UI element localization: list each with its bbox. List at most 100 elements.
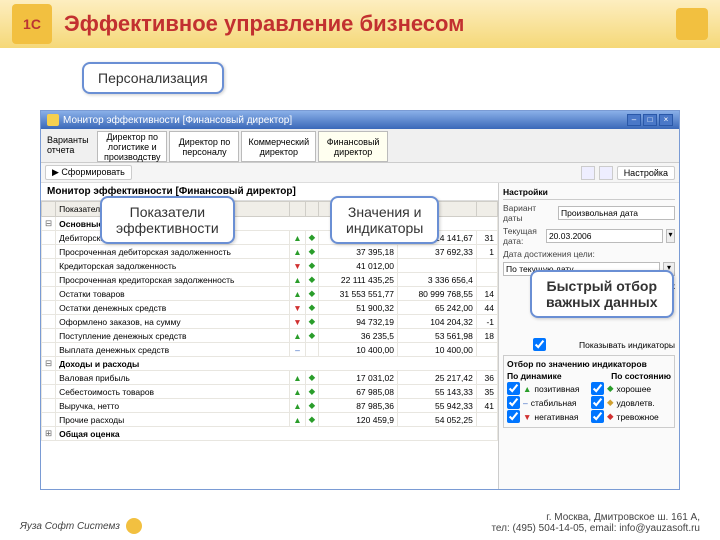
dynamics-icon: – [290,343,305,357]
row-name: Валовая прибыль [56,371,290,385]
state-icon: ◆ [305,287,319,301]
value-pct: 18 [476,329,497,343]
value-current: 10 400,00 [319,343,398,357]
dynamics-icon: ▲ [290,329,305,343]
layout-icon[interactable] [599,166,613,180]
value-pct: 14 [476,287,497,301]
value-current: 31 553 551,77 [319,287,398,301]
table-row: Остатки денежных средств ▼ ◆ 51 900,32 6… [42,301,498,315]
legend-panel: Отбор по значению индикаторов По динамик… [503,355,675,428]
chk-state-good[interactable] [591,382,604,395]
value-prev: 65 242,00 [398,301,477,315]
form-button[interactable]: ▶ Сформировать [45,165,132,180]
footer-address: г. Москва, Дмитровское ш. 161 А, [491,512,700,523]
chk-dyn-stable[interactable] [507,396,520,409]
state-icon: ◆ [305,371,319,385]
tab-commercial[interactable]: Коммерческий директор [241,131,316,162]
dynamics-icon: ▲ [290,287,305,301]
table-row: Себестоимость товаров ▲ ◆ 67 985,08 55 1… [42,385,498,399]
state-icon: ◆ [305,259,319,273]
grid-icon[interactable] [581,166,595,180]
chk-dyn-neg[interactable] [507,410,520,423]
row-name: Себестоимость товаров [56,385,290,399]
globe-icon [126,518,142,534]
dynamics-icon: ▼ [290,259,305,273]
value-current: 94 732,19 [319,315,398,329]
group-toggle[interactable]: ⊟ [42,217,56,231]
tab-logistics[interactable]: Директор по логистике и производству [97,131,167,162]
value-current: 17 031,02 [319,371,398,385]
value-prev: 3 336 656,4 [398,273,477,287]
table-row: Поступление денежных средств ▲ ◆ 36 235,… [42,329,498,343]
row-name: Выплата денежных средств [56,343,290,357]
value-prev: 25 217,42 [398,371,477,385]
group-toggle[interactable]: ⊟ [42,357,56,371]
chk-state-bad[interactable] [591,410,604,423]
state-icon: ◆ [305,399,319,413]
tab-hr[interactable]: Директор по персоналу [169,131,239,162]
current-date-input[interactable] [546,229,663,243]
table-row: Валовая прибыль ▲ ◆ 17 031,02 25 217,42 … [42,371,498,385]
logo-1c: 1С [12,4,52,44]
state-icon [305,343,319,357]
chk-state-ok[interactable] [591,396,604,409]
legend-title: Отбор по значению индикаторов [507,359,671,369]
date-variant-label: Вариант даты [503,203,555,223]
value-pct: 35 [476,385,497,399]
value-pct: 44 [476,301,497,315]
company-name: Яуза Софт Системз [20,521,120,532]
current-date-label: Текущая дата: [503,226,543,246]
dynamics-icon: ▲ [290,231,305,245]
value-current: 41 012,00 [319,259,398,273]
col-toggle [42,202,56,217]
tab-finance[interactable]: Финансовый директор [318,131,388,162]
value-pct [476,259,497,273]
row-name: Просроченная кредиторская задолженность [56,273,290,287]
settings-pane: Настройки Вариант даты Текущая дата: ▾ Д… [499,183,679,489]
state-icon: ◆ [305,315,319,329]
group-toggle[interactable]: ⊞ [42,427,56,441]
header: 1С Эффективное управление бизнесом [0,0,720,48]
group-overall: Общая оценка [56,427,498,441]
value-prev: 37 692,33 [398,245,477,259]
report-tabs: Варианты отчета Директор по логистике и … [41,129,679,163]
settings-button[interactable]: Настройка [617,166,675,180]
window-icon [47,114,59,126]
callout-indicators: Показатели эффективности [100,196,235,244]
state-icon: ◆ [305,231,319,245]
row-name: Просроченная дебиторская задолженность [56,245,290,259]
tabs-label: Варианты отчета [45,131,95,162]
value-prev: 10 400,00 [398,343,477,357]
maximize-button[interactable]: □ [643,114,657,126]
group-income: Доходы и расходы [56,357,498,371]
value-prev: 104 204,32 [398,315,477,329]
close-button[interactable]: × [659,114,673,126]
table-row: Просроченная дебиторская задолженность ▲… [42,245,498,259]
value-prev: 54 052,25 [398,413,477,427]
value-prev: 53 561,98 [398,329,477,343]
state-icon: ◆ [305,413,319,427]
dynamics-icon: ▼ [290,301,305,315]
table-row: Выплата денежных средств – 10 400,00 10 … [42,343,498,357]
value-pct [476,343,497,357]
dynamics-icon: ▲ [290,385,305,399]
legend-col-dynamics: По динамике [507,371,562,381]
row-name: Выручка, нетто [56,399,290,413]
date-variant-input[interactable] [558,206,675,220]
value-pct: -1 [476,315,497,329]
date-picker-icon[interactable]: ▾ [666,229,675,243]
table-row: Оформлено заказов, на сумму ▼ ◆ 94 732,1… [42,315,498,329]
value-pct: 1 [476,245,497,259]
show-indicators-checkbox[interactable] [503,338,576,351]
value-prev [398,259,477,273]
minimize-button[interactable]: – [627,114,641,126]
row-name: Остатки денежных средств [56,301,290,315]
table-row: Остатки товаров ▲ ◆ 31 553 551,77 80 999… [42,287,498,301]
value-pct: 31 [476,231,497,245]
chk-dyn-pos[interactable] [507,382,520,395]
row-name: Оформлено заказов, на сумму [56,315,290,329]
callout-filter: Быстрый отбор важных данных [530,270,674,318]
value-current: 51 900,32 [319,301,398,315]
value-current: 36 235,5 [319,329,398,343]
table-row: Прочие расходы ▲ ◆ 120 459,9 54 052,25 [42,413,498,427]
